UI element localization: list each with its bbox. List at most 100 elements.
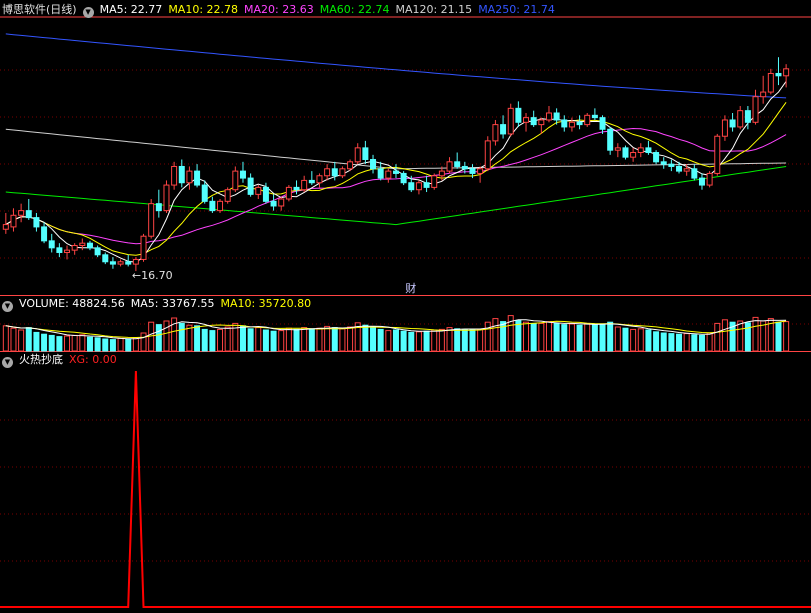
volume-bar bbox=[339, 328, 346, 352]
candle-body bbox=[155, 203, 162, 212]
volume-bar bbox=[163, 320, 170, 352]
ma120-readout: MA120: 21.15 bbox=[395, 3, 473, 16]
volume-bar bbox=[714, 322, 721, 352]
volume-bar bbox=[79, 334, 86, 352]
volume-bar bbox=[293, 328, 300, 352]
volume-bar bbox=[591, 324, 598, 352]
volume-bar bbox=[622, 327, 629, 352]
volume-bar bbox=[239, 325, 246, 352]
candle-body bbox=[171, 165, 178, 186]
low-price-label: ←16.70 bbox=[131, 269, 173, 283]
candle-body bbox=[194, 170, 201, 186]
volume-ma5-readout: MA5: 33767.55 bbox=[130, 297, 215, 310]
volume-bar bbox=[86, 336, 93, 352]
volume-ma10-readout: MA10: 35720.80 bbox=[220, 297, 312, 310]
candle-body bbox=[584, 114, 591, 126]
candle-body bbox=[408, 182, 415, 191]
volume-bar bbox=[706, 332, 713, 352]
candle-body bbox=[576, 121, 583, 126]
volume-bar bbox=[637, 328, 644, 352]
candle-body bbox=[446, 161, 453, 172]
candle-body bbox=[354, 147, 361, 163]
volume-bar bbox=[132, 337, 139, 352]
candle-body bbox=[515, 107, 522, 123]
volume-bar bbox=[530, 323, 537, 352]
volume-bar bbox=[438, 328, 445, 352]
volume-bar bbox=[377, 328, 384, 352]
candle-body bbox=[783, 68, 790, 77]
volume-bar bbox=[630, 328, 637, 352]
volume-bar bbox=[109, 339, 116, 352]
candle-body bbox=[545, 112, 552, 121]
volume-bar bbox=[10, 327, 17, 352]
volume-bar bbox=[668, 333, 675, 352]
volume-bar bbox=[408, 331, 415, 352]
volume-bar bbox=[56, 336, 63, 352]
volume-bar bbox=[484, 321, 491, 352]
candle-body bbox=[630, 152, 637, 158]
candle-body bbox=[201, 184, 208, 202]
volume-bar bbox=[41, 333, 48, 352]
candle-body bbox=[278, 198, 285, 207]
candle-body bbox=[553, 112, 560, 121]
candle-body bbox=[71, 245, 78, 251]
volume-bar bbox=[2, 325, 9, 352]
volume-bar bbox=[607, 321, 614, 352]
candle-body bbox=[561, 119, 568, 128]
candle-body bbox=[415, 182, 422, 191]
volume-bar bbox=[102, 338, 109, 352]
candle-body bbox=[484, 140, 491, 170]
finance-report-marker[interactable]: 财 bbox=[405, 280, 416, 296]
candle-body bbox=[714, 135, 721, 174]
volume-bar bbox=[423, 330, 430, 352]
volume-bar bbox=[94, 337, 101, 352]
candle-body bbox=[706, 172, 713, 186]
candle-body bbox=[41, 226, 48, 242]
candle-body bbox=[56, 247, 63, 253]
volume-bar bbox=[454, 328, 461, 352]
candle-body bbox=[400, 172, 407, 184]
ma5-readout: MA5: 22.77 bbox=[99, 3, 163, 16]
candle-body bbox=[48, 240, 55, 249]
candle-body bbox=[79, 242, 86, 247]
candle-body bbox=[431, 175, 438, 188]
volume-bar bbox=[698, 334, 705, 352]
chevron-down-icon[interactable]: ▼ bbox=[2, 301, 13, 312]
candle-body bbox=[530, 117, 537, 126]
ma120-line bbox=[5, 128, 787, 170]
volume-bar bbox=[324, 325, 331, 352]
candle-body bbox=[262, 186, 269, 202]
volume-bar bbox=[691, 334, 698, 352]
volume-bar bbox=[270, 330, 277, 352]
candle-body bbox=[607, 128, 614, 151]
candle-body bbox=[721, 119, 728, 137]
volume-bar bbox=[362, 324, 369, 352]
candle-body bbox=[25, 210, 32, 219]
chevron-down-icon[interactable]: ▼ bbox=[2, 357, 13, 368]
chevron-down-icon[interactable]: ▼ bbox=[82, 7, 94, 18]
volume-bar bbox=[653, 331, 660, 352]
volume-bar bbox=[561, 324, 568, 352]
volume-bar bbox=[545, 321, 552, 352]
volume-bar bbox=[33, 331, 40, 352]
candle-body bbox=[255, 186, 262, 195]
candle-body bbox=[653, 152, 660, 163]
volume-bar bbox=[370, 327, 377, 352]
volume-bar bbox=[469, 329, 476, 352]
candle-body bbox=[469, 168, 476, 174]
volume-bar bbox=[301, 327, 308, 352]
ma250-readout: MA250: 21.74 bbox=[478, 3, 555, 16]
candle-body bbox=[186, 170, 193, 184]
candle-body bbox=[461, 165, 468, 170]
candle-body bbox=[163, 184, 170, 212]
volume-bar bbox=[347, 326, 354, 352]
volume-bar bbox=[316, 327, 323, 352]
candle-body bbox=[209, 200, 216, 212]
candle-body bbox=[247, 177, 254, 195]
volume-bar bbox=[262, 329, 269, 352]
volume-bar bbox=[415, 331, 422, 352]
volume-bar bbox=[477, 328, 484, 352]
ma250-line bbox=[5, 33, 787, 99]
candle-body bbox=[385, 170, 392, 179]
volume-bar bbox=[224, 326, 231, 352]
